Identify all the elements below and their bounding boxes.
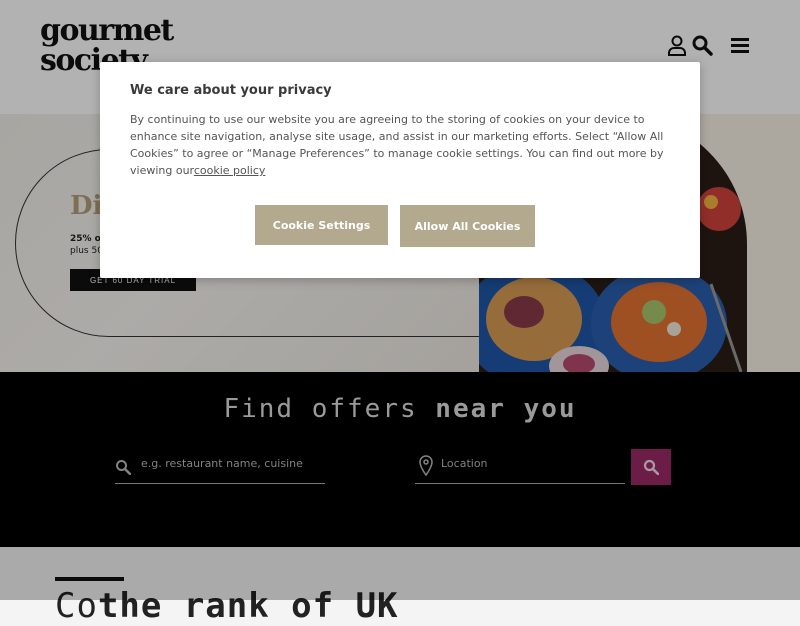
allow-all-cookies-button[interactable]: Allow All Cookies	[400, 205, 535, 247]
cookie-dialog-text: By continuing to use our website you are…	[130, 111, 675, 179]
cookie-dialog-title: We care about your privacy	[130, 83, 332, 98]
cookie-settings-button[interactable]: Cookie Settings	[255, 205, 388, 245]
cookie-consent-dialog: We care about your privacy By continuing…	[100, 62, 700, 278]
cookie-policy-link[interactable]: cookie policy	[194, 164, 266, 177]
